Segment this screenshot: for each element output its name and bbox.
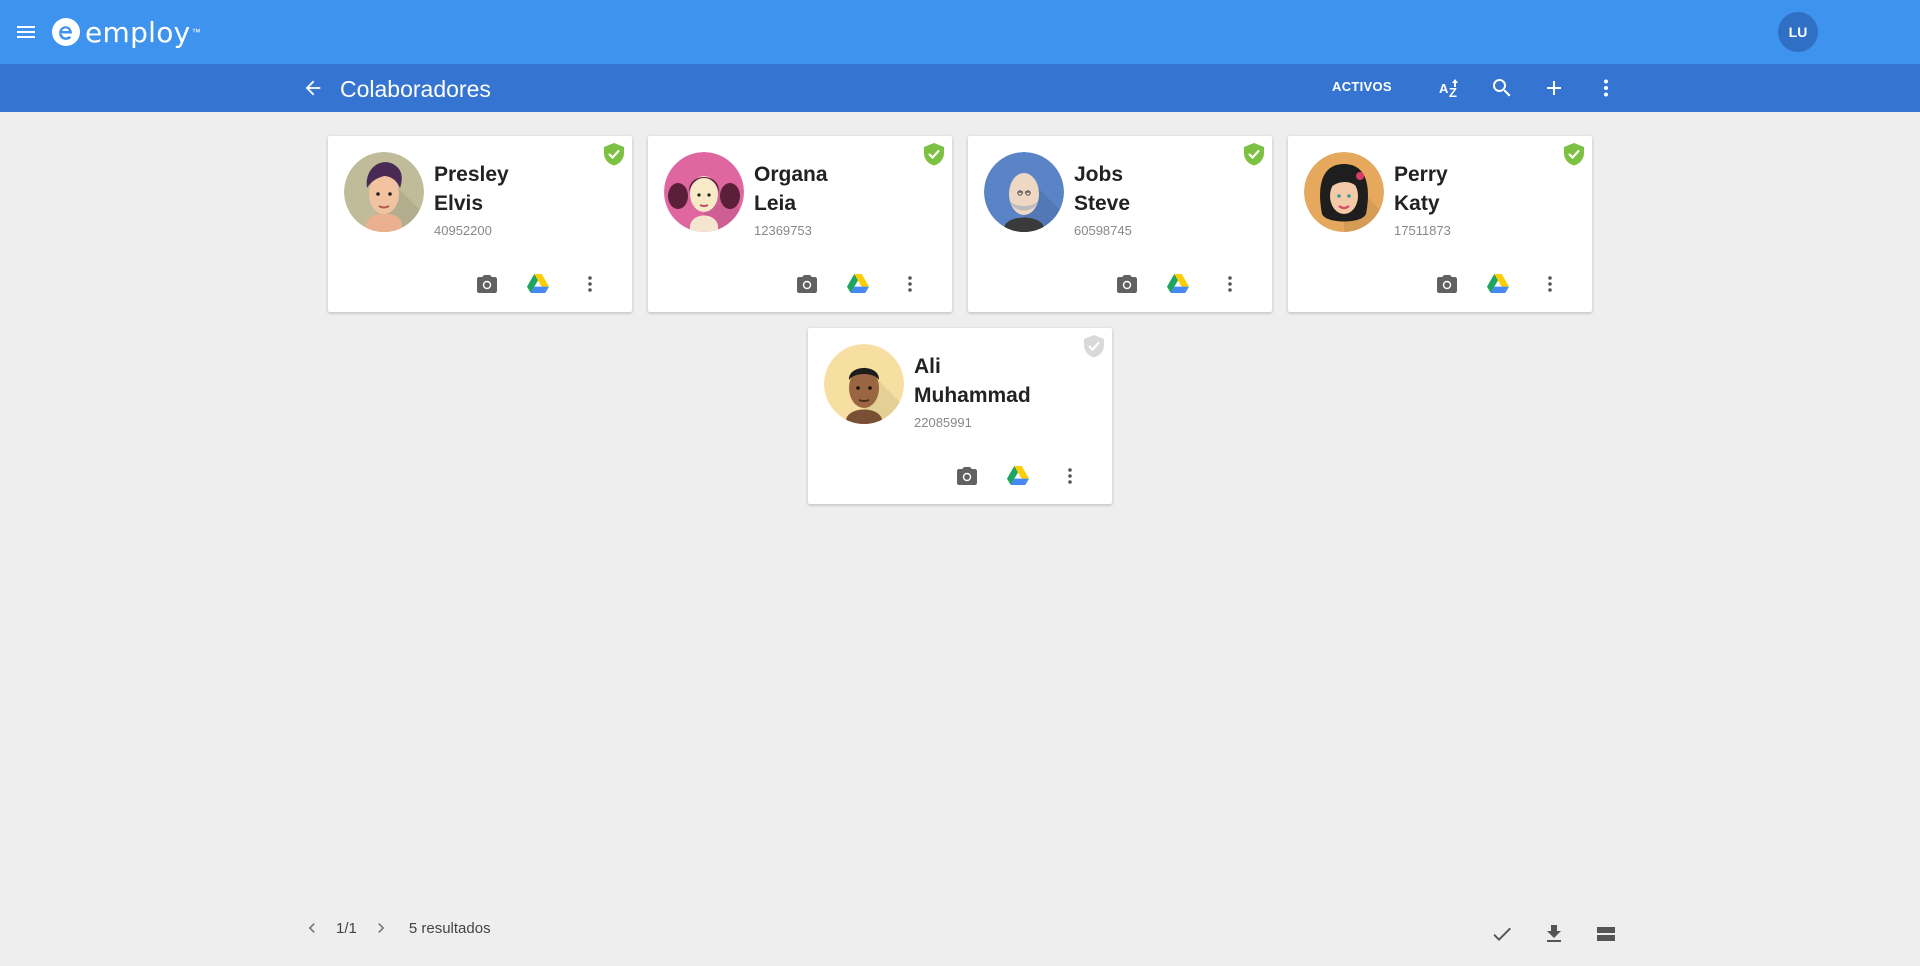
brand-name: employ [85, 15, 191, 49]
more-vert-icon[interactable] [1218, 272, 1242, 296]
employee-photo[interactable] [1304, 152, 1384, 232]
employee-id-number: 40952200 [434, 223, 492, 238]
employee-card[interactable]: Ali Muhammad 22085991 [808, 328, 1112, 504]
back-arrow-icon[interactable] [302, 77, 324, 99]
employ-logo-mark-icon [52, 18, 80, 46]
employ-logo[interactable]: employ ™ [51, 15, 201, 49]
sort-az-icon[interactable]: A Z [1438, 76, 1462, 100]
employee-name: Ali Muhammad [914, 352, 1031, 410]
employee-last-name: Jobs [1074, 163, 1124, 186]
employee-last-name: Perry [1394, 163, 1448, 186]
google-drive-icon[interactable] [846, 272, 870, 296]
more-vert-icon[interactable] [578, 272, 602, 296]
user-avatar[interactable]: LU [1778, 12, 1818, 52]
chevron-right-icon[interactable] [371, 918, 391, 938]
page-indicator: 1/1 [336, 919, 357, 937]
verified-shield-icon [924, 143, 944, 166]
employee-photo[interactable] [824, 344, 904, 424]
employee-last-name: Organa [754, 163, 828, 186]
employee-name: Organa Leia [754, 160, 828, 218]
employee-id-number: 17511873 [1394, 223, 1451, 238]
employee-last-name: Ali [914, 355, 941, 378]
hamburger-menu-icon[interactable] [14, 20, 38, 44]
employee-name: Presley Elvis [434, 160, 509, 218]
verified-shield-icon [1244, 143, 1264, 166]
camera-icon[interactable] [1115, 272, 1139, 296]
more-vert-icon[interactable] [1594, 76, 1618, 100]
svg-text:A: A [1439, 81, 1449, 96]
employee-id-number: 12369753 [754, 223, 812, 238]
employee-first-name: Katy [1394, 192, 1440, 215]
results-count: 5 resultados [408, 919, 491, 937]
active-filter-button[interactable]: ACTIVOS [1332, 79, 1392, 94]
verified-shield-icon [1564, 143, 1584, 166]
employee-name: Perry Katy [1394, 160, 1448, 218]
google-drive-icon[interactable] [1166, 272, 1190, 296]
unverified-shield-icon [1084, 335, 1104, 358]
employee-last-name: Presley [434, 163, 509, 186]
employee-first-name: Elvis [434, 192, 484, 215]
add-icon[interactable] [1542, 76, 1566, 100]
camera-icon[interactable] [955, 464, 979, 488]
page-header-bar: Colaboradores ACTIVOS A Z [0, 64, 1920, 112]
verified-shield-icon [604, 143, 624, 166]
brand-trademark: ™ [191, 27, 201, 37]
employee-id-number: 60598745 [1074, 223, 1132, 238]
employee-card[interactable]: Organa Leia 12369753 [648, 136, 952, 312]
page-title: Colaboradores [340, 76, 491, 102]
check-icon[interactable] [1490, 922, 1514, 946]
employee-photo[interactable] [344, 152, 424, 232]
google-drive-icon[interactable] [526, 272, 550, 296]
employee-first-name: Leia [754, 192, 797, 215]
camera-icon[interactable] [1435, 272, 1459, 296]
employee-card[interactable]: Jobs Steve 60598745 [968, 136, 1272, 312]
employee-id-number: 22085991 [914, 415, 972, 430]
more-vert-icon[interactable] [898, 272, 922, 296]
google-drive-icon[interactable] [1486, 272, 1510, 296]
svg-text:Z: Z [1449, 85, 1457, 100]
download-icon[interactable] [1542, 922, 1566, 946]
more-vert-icon[interactable] [1538, 272, 1562, 296]
employee-first-name: Steve [1074, 192, 1131, 215]
google-drive-icon[interactable] [1006, 464, 1030, 488]
chevron-left-icon[interactable] [302, 918, 322, 938]
camera-icon[interactable] [795, 272, 819, 296]
search-icon[interactable] [1490, 76, 1514, 100]
more-vert-icon[interactable] [1058, 464, 1082, 488]
employee-first-name: Muhammad [914, 384, 1031, 407]
employee-card[interactable]: Presley Elvis 40952200 [328, 136, 632, 312]
pagination: 1/1 5 resultados [302, 916, 491, 940]
employee-name: Jobs Steve [1074, 160, 1130, 218]
employee-card[interactable]: Perry Katy 17511873 [1288, 136, 1592, 312]
view-list-icon[interactable] [1594, 922, 1618, 946]
employee-photo[interactable] [984, 152, 1064, 232]
employee-photo[interactable] [664, 152, 744, 232]
top-app-bar: employ ™ LU [0, 0, 1920, 64]
camera-icon[interactable] [475, 272, 499, 296]
